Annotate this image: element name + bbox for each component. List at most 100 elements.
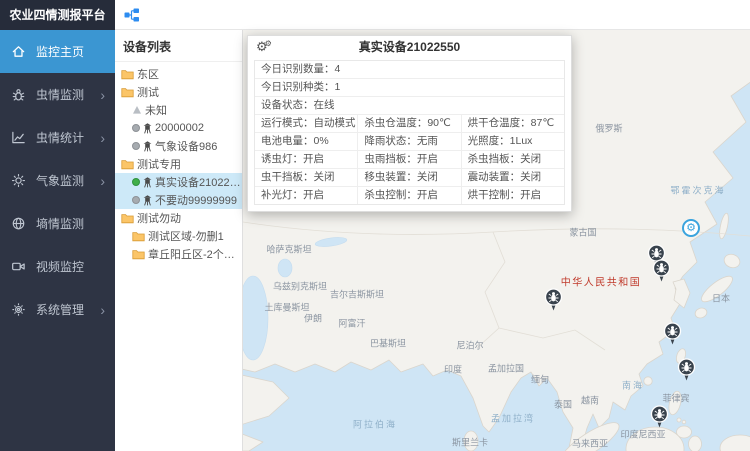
- device-tree: 东区测试未知 20000002 气象设备986 测试专用真实设备21022550 不要动…: [115, 62, 242, 263]
- popup-grid-cell: 烘干控制：开启: [462, 187, 564, 204]
- sidebar-item-label: 视频监控: [36, 258, 84, 275]
- sidebar-item-system-manage[interactable]: 系统管理 ›: [0, 288, 115, 331]
- insect-device-marker[interactable]: [663, 322, 682, 345]
- chevron-right-icon: ›: [100, 131, 105, 145]
- tree-node-label: 测试勿动: [137, 210, 181, 226]
- folder-icon: [121, 69, 134, 80]
- app-root: 俄罗斯蒙古国哈萨克斯坦乌兹别克斯坦吉尔吉斯斯坦土库曼斯坦伊朗阿富汗巴基斯坦尼泊尔…: [0, 0, 750, 451]
- popup-grid-row: 诱虫灯：开启虫雨挡板：开启杀虫挡板：关闭: [255, 151, 564, 169]
- popup-grid-cell: 虫雨挡板：开启: [358, 151, 461, 168]
- settings-gears-icon[interactable]: ⚙⚙: [256, 36, 275, 60]
- popup-stat-row: 今日识别数量：4: [255, 61, 564, 79]
- tree-toggle-icon[interactable]: [124, 7, 140, 23]
- soil-icon: [10, 216, 27, 231]
- chevron-right-icon: ›: [100, 174, 105, 188]
- popup-stat-text: 今日识别数量：4: [255, 61, 346, 78]
- popup-grid-row: 运行模式：自动模式杀虫仓温度：90℃烘干仓温度：87℃: [255, 115, 564, 133]
- popup-title: 真实设备21022550: [359, 40, 460, 54]
- folder-icon: [121, 159, 134, 170]
- popup-stat-text: 设备状态：在线: [255, 97, 341, 114]
- tree-folder[interactable]: 测试勿动: [115, 209, 242, 227]
- insect-device-marker[interactable]: [652, 259, 671, 282]
- tree-node-label: 测试区域-勿删1: [148, 228, 224, 244]
- folder-icon: [132, 231, 145, 242]
- tree-folder[interactable]: 测试: [115, 83, 242, 101]
- sidebar-item-label: 系统管理: [36, 301, 84, 318]
- sidebar-item-insect-monitor[interactable]: 虫情监测›: [0, 73, 115, 116]
- tree-folder[interactable]: 东区: [115, 65, 242, 83]
- tree-node-label: 不要动99999999: [155, 192, 237, 208]
- tree-folder[interactable]: 测试区域-勿删1: [115, 227, 242, 245]
- tree-node-label: 东区: [137, 66, 159, 82]
- insect-device-marker[interactable]: [544, 288, 563, 311]
- folder-icon: [121, 213, 134, 224]
- tree-folder[interactable]: 章丘阳丘区-2个摄像头: [115, 245, 242, 263]
- tree-device[interactable]: 不要动99999999: [115, 191, 242, 209]
- popup-grid-cell: 杀虫仓温度：90℃: [358, 115, 461, 132]
- sidebar-item-label: 虫情统计: [36, 129, 84, 146]
- trap-device-icon: [143, 177, 152, 188]
- gear-icon: [10, 302, 27, 317]
- tree-node-label: 章丘阳丘区-2个摄像头: [148, 246, 242, 262]
- home-icon: [10, 44, 27, 59]
- tree-node-label: 测试: [137, 84, 159, 100]
- trap-device-icon: [143, 141, 152, 152]
- sidebar-item-soil-monitor[interactable]: 墒情监测: [0, 202, 115, 245]
- popup-grid-cell: 补光灯：开启: [255, 187, 358, 204]
- weather-icon: [10, 173, 27, 188]
- popup-grid-cell: 降雨状态：无雨: [358, 133, 461, 150]
- tree-node-label: 20000002: [155, 122, 204, 134]
- tree-device[interactable]: 未知: [115, 101, 242, 119]
- blue-tools-marker[interactable]: ⚙: [682, 219, 700, 237]
- tree-device[interactable]: 气象设备986: [115, 137, 242, 155]
- popup-grid-cell: 震动装置：关闭: [462, 169, 564, 186]
- popup-grid-cell: 杀虫挡板：关闭: [462, 151, 564, 168]
- bug-icon: [10, 87, 27, 102]
- sidebar-item-insect-stats[interactable]: 虫情统计 ›: [0, 116, 115, 159]
- status-dot-gray: [132, 124, 140, 132]
- app-title: 农业四情测报平台: [0, 0, 115, 30]
- tree-node-label: 测试专用: [137, 156, 181, 172]
- sidebar-menu: 监控主页虫情监测› 虫情统计 › 气象监测 › 墒情监测视频监控系统管理 ›: [0, 30, 115, 331]
- chevron-right-icon: ›: [100, 303, 105, 317]
- status-dot-green: [132, 178, 140, 186]
- chart-icon: [10, 130, 27, 145]
- popup-grid-cell: 光照度：1Lux: [462, 133, 564, 150]
- status-dot-gray: [132, 142, 140, 150]
- folder-icon: [132, 249, 145, 260]
- popup-grid-cell: 杀虫控制：开启: [358, 187, 461, 204]
- sidebar-item-weather-monitor[interactable]: 气象监测 ›: [0, 159, 115, 202]
- trap-device-icon: [143, 123, 152, 134]
- tree-node-label: 气象设备986: [155, 138, 217, 154]
- popup-header: ⚙⚙ 真实设备21022550: [248, 36, 571, 58]
- popup-grid-cell: 移虫装置：关闭: [358, 169, 461, 186]
- popup-grid-cell: 诱虫灯：开启: [255, 151, 358, 168]
- unknown-device-icon: [132, 105, 142, 115]
- popup-table: 今日识别数量：4今日识别种类：1设备状态：在线运行模式：自动模式杀虫仓温度：90…: [254, 60, 565, 205]
- sidebar-item-label: 气象监测: [36, 172, 84, 189]
- popup-grid-cell: 运行模式：自动模式: [255, 115, 358, 132]
- tree-device[interactable]: 20000002: [115, 119, 242, 137]
- tree-node-label: 未知: [145, 102, 167, 118]
- insect-device-marker[interactable]: [650, 405, 669, 428]
- popup-grid-cell: 虫干挡板：关闭: [255, 169, 358, 186]
- tree-folder[interactable]: 测试专用: [115, 155, 242, 173]
- trap-device-icon: [143, 195, 152, 206]
- sidebar-item-monitor-home[interactable]: 监控主页: [0, 30, 115, 73]
- popup-grid-cell: 烘干仓温度：87℃: [462, 115, 564, 132]
- topbar: [115, 0, 750, 30]
- popup-stat-text: 今日识别种类：1: [255, 79, 346, 96]
- popup-grid-row: 补光灯：开启杀虫控制：开启烘干控制：开启: [255, 187, 564, 204]
- popup-stat-row: 设备状态：在线: [255, 97, 564, 115]
- popup-grid-cell: 电池电量：0%: [255, 133, 358, 150]
- tree-node-label: 真实设备21022550: [155, 174, 242, 190]
- device-popup: ⚙⚙ 真实设备21022550 今日识别数量：4今日识别种类：1设备状态：在线运…: [247, 35, 572, 212]
- device-panel: 设备列表 东区测试未知20000002气象设备986测试专用真实设备210225…: [115, 30, 243, 451]
- tree-device[interactable]: 真实设备21022550: [115, 173, 242, 191]
- sidebar-item-label: 墒情监测: [36, 215, 84, 232]
- sidebar-item-label: 虫情监测: [36, 86, 84, 103]
- status-dot-gray: [132, 196, 140, 204]
- sidebar-item-video-monitor[interactable]: 视频监控: [0, 245, 115, 288]
- insect-device-marker[interactable]: [677, 358, 696, 381]
- popup-stat-row: 今日识别种类：1: [255, 79, 564, 97]
